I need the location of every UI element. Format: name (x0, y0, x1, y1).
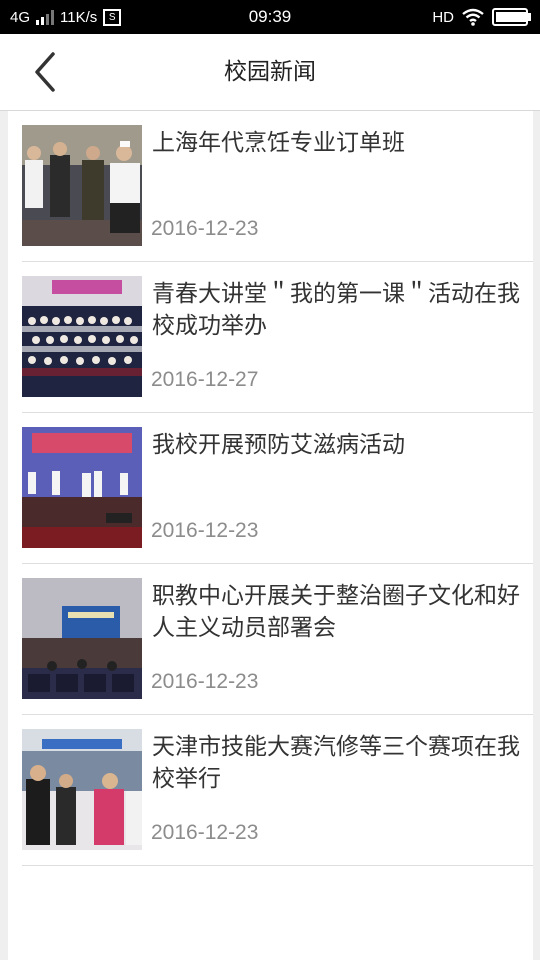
news-thumbnail (22, 427, 142, 548)
photo-chefs-image (22, 125, 142, 246)
news-list: 上海年代烹饪专业订单班 2016-12-23 青春大讲堂＂我的第一课＂活动在我校… (8, 111, 533, 960)
news-item[interactable]: 上海年代烹饪专业订单班 2016-12-23 (22, 111, 533, 262)
page-title: 校园新闻 (224, 59, 316, 85)
status-bar: 4G 11K/s S 09:39 HD (0, 0, 540, 34)
news-date: 2016-12-27 (151, 368, 259, 391)
battery-fill (496, 12, 527, 22)
news-title: 天津市技能大赛汽修等三个赛项在我校举行 (152, 734, 520, 792)
news-title: 职教中心开展关于整治圈子文化和好人主义动员部署会 (152, 583, 520, 641)
wifi-icon (462, 8, 484, 26)
news-thumbnail (22, 578, 142, 699)
news-item[interactable]: 我校开展预防艾滋病活动 2016-12-23 (22, 413, 533, 564)
news-thumbnail (22, 729, 142, 850)
news-title: 上海年代烹饪专业订单班 (152, 130, 405, 156)
news-title: 我校开展预防艾滋病活动 (152, 432, 405, 458)
news-item[interactable]: 青春大讲堂＂我的第一课＂活动在我校成功举办 2016-12-27 (22, 262, 533, 413)
news-date: 2016-12-23 (151, 519, 259, 542)
news-date: 2016-12-23 (151, 821, 259, 844)
news-title: 青春大讲堂＂我的第一课＂活动在我校成功举办 (152, 281, 520, 339)
nav-bar: 校园新闻 (0, 34, 540, 111)
battery-icon (492, 8, 531, 26)
news-thumbnail (22, 125, 142, 246)
news-item[interactable]: 天津市技能大赛汽修等三个赛项在我校举行 2016-12-23 (22, 715, 533, 866)
hd-indicator: HD (432, 8, 454, 26)
photo-competition-image (22, 729, 142, 850)
photo-meeting-image (22, 578, 142, 699)
news-date: 2016-12-23 (151, 670, 259, 693)
photo-stage-image (22, 427, 142, 548)
news-date: 2016-12-23 (151, 217, 259, 240)
photo-group-image (22, 276, 142, 397)
news-item[interactable]: 职教中心开展关于整治圈子文化和好人主义动员部署会 2016-12-23 (22, 564, 533, 715)
status-right: HD (432, 0, 531, 34)
news-thumbnail (22, 276, 142, 397)
